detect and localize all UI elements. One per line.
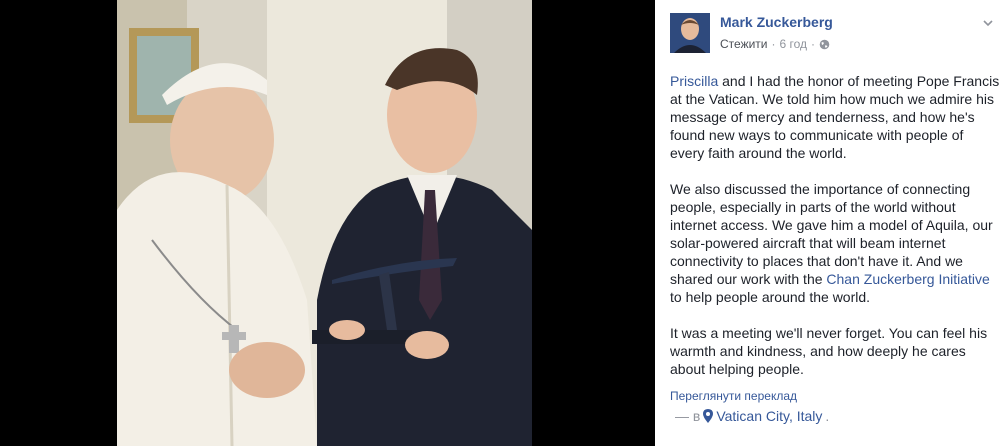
avatar[interactable] (670, 13, 710, 53)
post-time[interactable]: 6 год (780, 37, 808, 51)
meta-separator-2: · (811, 37, 816, 51)
paragraph-2: We also discussed the importance of conn… (670, 180, 1000, 306)
author-name[interactable]: Mark Zuckerberg (720, 14, 833, 30)
location-line: — в Vatican City, Italy. (675, 408, 829, 424)
location-suffix: . (825, 408, 830, 424)
paragraph-1-text: and I had the honor of meeting Pope Fran… (670, 73, 1000, 161)
post-panel: Mark Zuckerberg Стежити · 6 год · Prisci… (655, 0, 1008, 446)
follow-link[interactable]: Стежити (720, 37, 768, 51)
post-text: Priscilla and I had the honor of meeting… (670, 72, 1000, 396)
post-photo[interactable] (117, 0, 532, 446)
location-pin-icon (703, 409, 714, 423)
mention-link[interactable]: Priscilla (670, 73, 718, 89)
location-link[interactable]: Vatican City, Italy (716, 408, 822, 424)
photo-viewer (0, 0, 655, 446)
see-translation-link[interactable]: Переглянути переклад (670, 389, 797, 403)
paragraph-3: It was a meeting we'll never forget. You… (670, 325, 988, 377)
globe-icon (819, 39, 830, 50)
paragraph-1: Priscilla and I had the honor of meeting… (670, 72, 1000, 162)
paragraph-2-text-after: to help people around the world. (670, 289, 871, 305)
initiative-link[interactable]: Chan Zuckerberg Initiative (826, 271, 989, 287)
post-meta: Стежити · 6 год · (720, 37, 830, 51)
location-prefix: — в (675, 408, 701, 424)
meta-separator: · (771, 37, 776, 51)
chevron-down-icon[interactable] (981, 16, 995, 30)
